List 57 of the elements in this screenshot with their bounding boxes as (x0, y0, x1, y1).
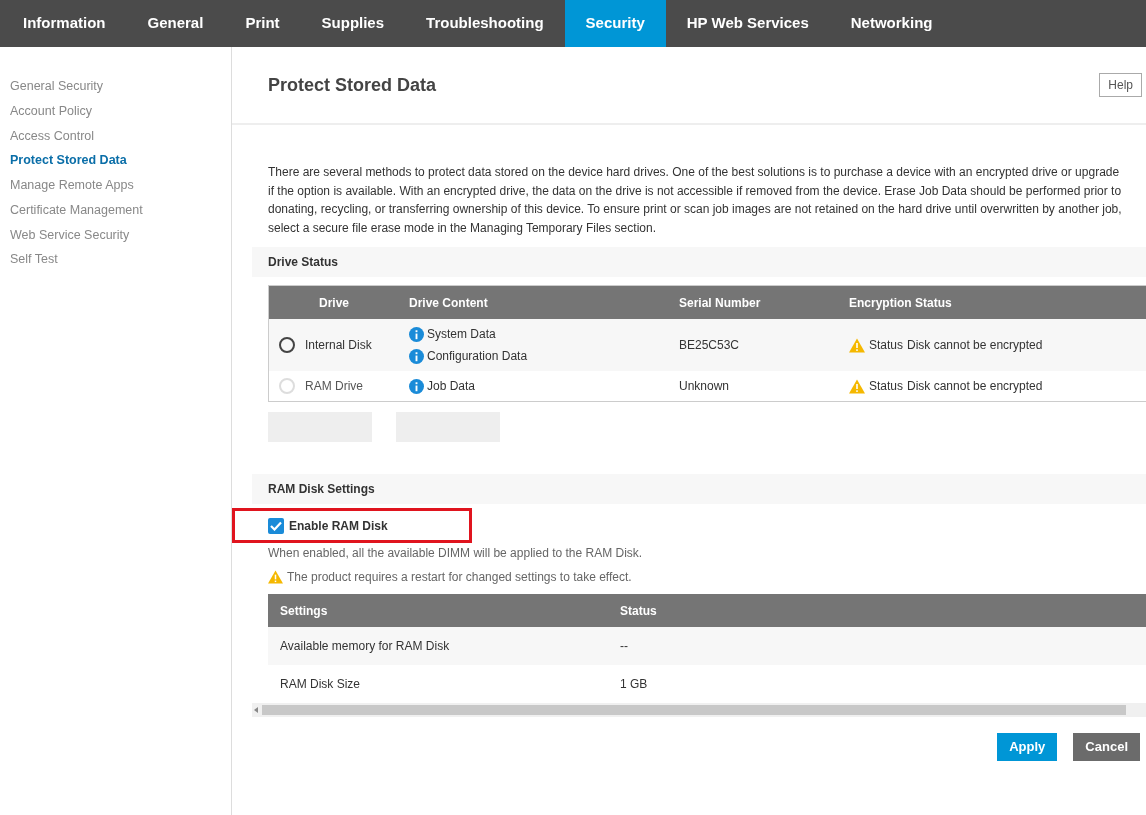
section-heading: RAM Disk Settings (252, 474, 1146, 504)
checkbox-label: Enable RAM Disk (289, 518, 388, 535)
status-label: Status (869, 337, 904, 354)
section-heading: Drive Status (252, 247, 1146, 277)
nav-tab[interactable]: HP Web Services (665, 0, 830, 47)
sidebar-item[interactable]: Account Policy (10, 101, 231, 121)
page-title: Protect Stored Data (268, 73, 437, 97)
column-header: Encryption Status (848, 294, 953, 312)
sidebar-item[interactable]: Web Service Security (10, 225, 231, 245)
column-header: Settings (279, 602, 329, 620)
nav-tab[interactable]: General (126, 0, 225, 47)
nav-tab[interactable]: Security (564, 0, 666, 47)
sidebar-item[interactable]: General Security (10, 77, 231, 96)
column-header: Drive Content (408, 294, 489, 312)
status-label: Status (869, 378, 904, 395)
checkbox[interactable] (268, 518, 284, 534)
radio-button[interactable] (279, 337, 295, 353)
drive-content-text: Job Data (427, 378, 476, 395)
drive-name: RAM Drive (305, 378, 363, 395)
scroll-left-icon[interactable] (254, 707, 260, 713)
nav-tab[interactable]: Information (2, 0, 127, 47)
note-text: When enabled, all the available DIMM will be applied to the RAM Disk. (268, 545, 644, 562)
apply-button[interactable]: Apply (997, 733, 1058, 761)
sidebar-item[interactable]: Manage Remote Apps (10, 176, 231, 195)
drive-name: Internal Disk (305, 337, 372, 354)
sidebar-item[interactable]: Access Control (10, 126, 231, 146)
description-text: There are several methods to protect data stored on the device hard drives. One of the best solutions is to purchase a device with an encrypted drive or upgrade if the option is available. With an encrypted drive, the data on the drive is not accessible if removed from the device. Erase Job Data should be performed prior to donating, recycling, or transferring ownership of this device. To ensure print or scan job images are not retained on the hard drive until overwritten by another job, select a secure file erase mode in the Managing Temporary Files section. (267, 164, 1123, 237)
nav-tab[interactable]: Print (224, 0, 301, 47)
table-cell-text: 1 GB (619, 676, 649, 693)
nav-tab[interactable]: Troubleshooting (405, 0, 565, 47)
warning-icon (849, 378, 865, 394)
column-header: Status (619, 602, 658, 620)
warning-icon (849, 337, 865, 353)
status-text: Disk cannot be encrypted (907, 337, 1043, 354)
table-cell-text: -- (619, 638, 629, 655)
warning-icon (268, 570, 283, 584)
status-text: Disk cannot be encrypted (907, 378, 1043, 395)
info-icon (409, 378, 424, 394)
serial-number: Unknown (678, 378, 731, 395)
scrollbar-thumb[interactable] (262, 705, 1126, 715)
cancel-button[interactable]: Cancel (1073, 733, 1140, 761)
info-icon (409, 326, 424, 342)
sidebar-item[interactable]: Protect Stored Data (10, 151, 231, 170)
serial-number: BE25C53C (678, 337, 741, 354)
drive-content-text: System Data (427, 326, 496, 343)
sidebar-item[interactable]: Certificate Management (10, 200, 231, 220)
nav-tab[interactable]: Networking (829, 0, 954, 47)
table-cell-text: Available memory for RAM Disk (279, 638, 451, 655)
nav-tab[interactable]: Supplies (300, 0, 406, 47)
table-cell-text: RAM Disk Size (279, 676, 361, 693)
help-button[interactable]: Help (1099, 73, 1142, 97)
sidebar-item[interactable]: Self Test (10, 250, 231, 269)
column-header: Serial Number (678, 294, 762, 312)
warning-text: The product requires a restart for changed settings to take effect. (287, 569, 632, 586)
info-icon (409, 348, 424, 364)
column-header: Drive (318, 294, 351, 312)
drive-content-text: Configuration Data (427, 348, 528, 365)
